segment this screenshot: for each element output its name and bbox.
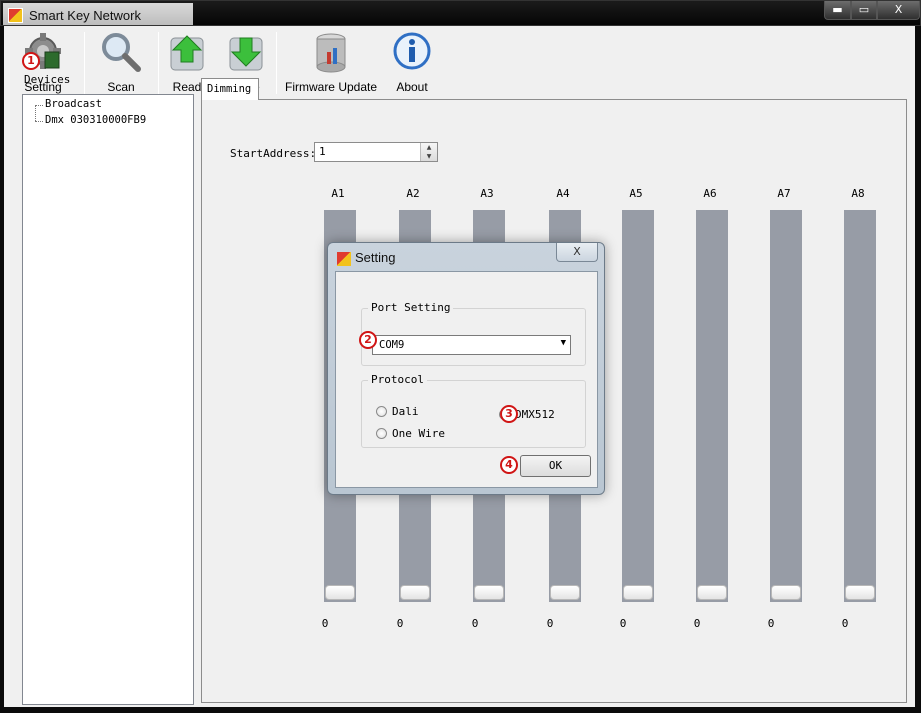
channel-slider-a5[interactable]: [622, 210, 654, 602]
slider-thumb-a2[interactable]: [400, 585, 430, 600]
tab-dimming[interactable]: Dimming: [201, 78, 259, 100]
download-arrow-icon: [229, 37, 263, 71]
toolbar-separator: [84, 32, 85, 94]
channel-label-a8: A8: [851, 187, 865, 200]
channel-value-a1: 0: [321, 617, 329, 630]
annotation-marker-4: 4: [500, 456, 518, 474]
start-address-label: StartAddress:: [230, 147, 317, 160]
ok-button[interactable]: OK: [520, 455, 591, 477]
close-button[interactable]: X: [877, 1, 920, 20]
magnifier-icon: [102, 33, 141, 72]
firmware-update-label: Firmware Update: [284, 80, 378, 94]
title-area: Smart Key Network V2.19.8.56: [3, 3, 193, 38]
channel-label-a4: A4: [556, 187, 570, 200]
channel-slider-a8[interactable]: [844, 210, 876, 602]
slider-thumb-a7[interactable]: [771, 585, 801, 600]
channel-label-a1: A1: [331, 187, 345, 200]
channel-value-a3: 0: [471, 617, 479, 630]
device-tree[interactable]: Broadcast Dmx 030310000FB9: [22, 94, 194, 705]
minimize-button[interactable]: ▬: [824, 1, 851, 20]
toolbar-separator: [158, 32, 159, 94]
channel-value-a2: 0: [396, 617, 404, 630]
about-label: About: [396, 80, 428, 94]
annotation-marker-3: 3: [500, 405, 518, 423]
scan-label: Scan: [107, 80, 135, 94]
radio-button-icon[interactable]: [376, 406, 387, 417]
tree-item-dmx-device[interactable]: Dmx 030310000FB9: [45, 114, 146, 126]
spin-down-icon[interactable]: ▼: [421, 152, 437, 161]
channel-value-a7: 0: [767, 617, 775, 630]
slider-thumb-a1[interactable]: [325, 585, 355, 600]
slider-thumb-a8[interactable]: [845, 585, 875, 600]
toolbar-separator: [276, 32, 277, 94]
about-button[interactable]: About: [386, 28, 438, 96]
info-icon: [393, 32, 431, 70]
channel-label-a2: A2: [406, 187, 420, 200]
channel-slider-a7[interactable]: [770, 210, 802, 602]
channel-value-a5: 0: [619, 617, 627, 630]
spin-up-icon[interactable]: ▲: [421, 143, 437, 152]
port-select-value: COM9: [379, 339, 405, 351]
dropdown-arrow-icon[interactable]: ▼: [561, 338, 566, 348]
radio-dali[interactable]: Dali: [376, 405, 419, 418]
channel-label-a5: A5: [629, 187, 643, 200]
channel-slider-a6[interactable]: [696, 210, 728, 602]
slider-thumb-a3[interactable]: [474, 585, 504, 600]
port-setting-group: Port Setting COM9 ▼: [361, 301, 586, 366]
channel-value-a8: 0: [841, 617, 849, 630]
dialog-close-button[interactable]: X: [556, 243, 598, 262]
devices-title: Devices: [24, 73, 71, 86]
upload-arrow-icon: [170, 35, 204, 71]
firmware-update-button[interactable]: Firmware Update: [282, 28, 380, 96]
tree-line: [35, 121, 43, 122]
dialog-app-icon: [337, 252, 351, 266]
annotation-marker-2: 2: [359, 331, 377, 349]
radio-one-wire[interactable]: One Wire: [376, 427, 445, 440]
tree-line: [35, 105, 36, 121]
setting-dialog: Setting X Port Setting COM9 ▼ Protocol D…: [327, 242, 605, 495]
protocol-title: Protocol: [368, 373, 427, 386]
database-icon: [316, 33, 346, 73]
annotation-marker-1: 1: [22, 52, 40, 70]
scan-button[interactable]: Scan: [90, 28, 152, 96]
channel-label-a7: A7: [777, 187, 791, 200]
app-icon: [8, 8, 23, 23]
channel-label-a6: A6: [703, 187, 717, 200]
channel-value-a4: 0: [546, 617, 554, 630]
port-setting-title: Port Setting: [368, 301, 454, 314]
radio-dmx512-label: DMX512: [515, 408, 555, 421]
channel-value-a6: 0: [693, 617, 701, 630]
slider-thumb-a6[interactable]: [697, 585, 727, 600]
start-address-spinner[interactable]: ▲ ▼: [420, 143, 437, 161]
channel-label-a3: A3: [480, 187, 494, 200]
slider-thumb-a5[interactable]: [623, 585, 653, 600]
radio-dali-label: Dali: [392, 405, 419, 418]
port-select[interactable]: COM9 ▼: [372, 335, 571, 355]
tree-line: [35, 105, 43, 106]
title-bar: Smart Key Network V2.19.8.56 ▬ ▭ X: [0, 0, 921, 38]
radio-button-icon[interactable]: [376, 428, 387, 439]
dialog-body: Port Setting COM9 ▼ Protocol Dali One Wi…: [335, 271, 598, 488]
radio-one-wire-label: One Wire: [392, 427, 445, 440]
maximize-button[interactable]: ▭: [851, 1, 877, 20]
slider-thumb-a4[interactable]: [550, 585, 580, 600]
protocol-group: Protocol Dali One Wire DMX512: [361, 373, 586, 448]
tree-item-broadcast[interactable]: Broadcast: [45, 98, 102, 110]
dialog-title: Setting: [355, 250, 396, 265]
